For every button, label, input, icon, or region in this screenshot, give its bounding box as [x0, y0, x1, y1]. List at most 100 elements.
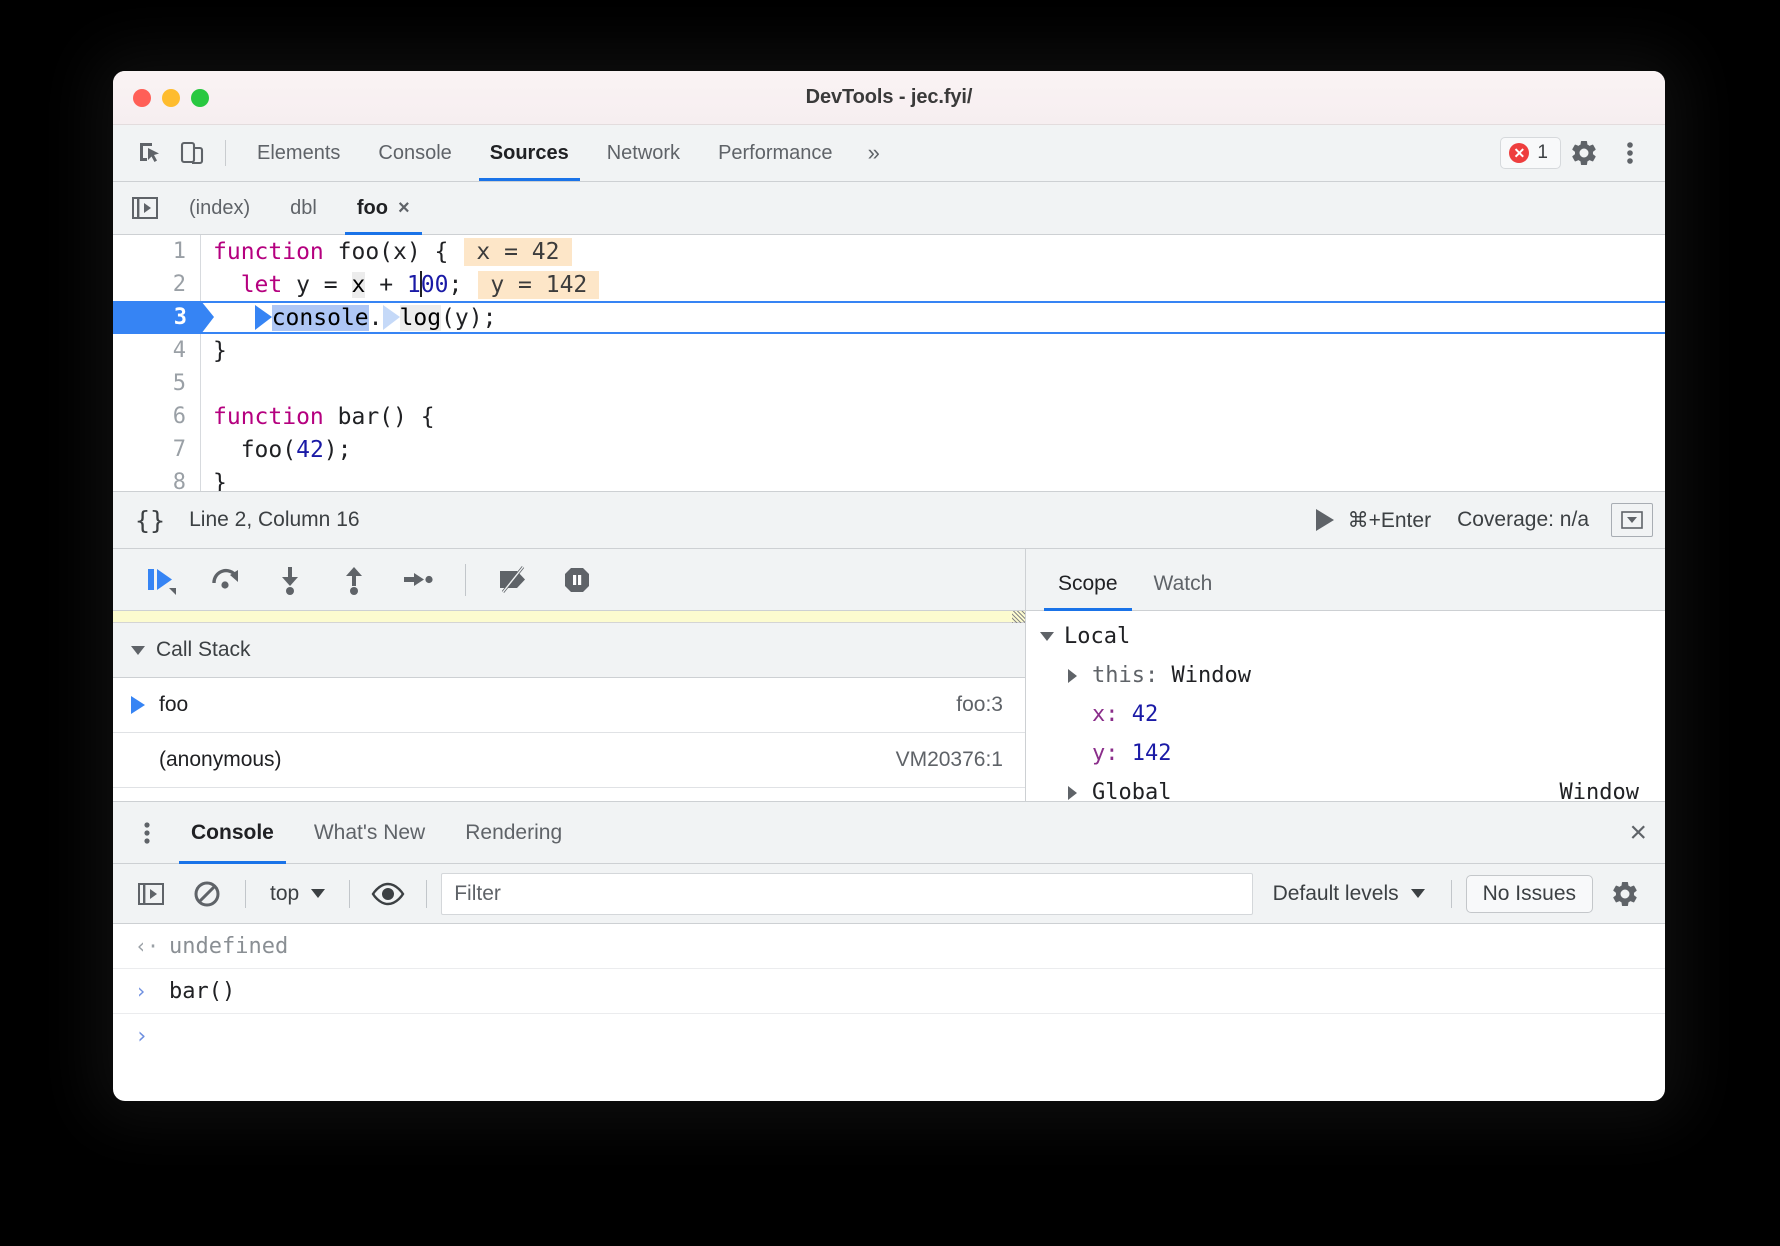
execution-context-selector[interactable]: top [260, 882, 335, 906]
file-tab-foo[interactable]: foo × [337, 182, 430, 234]
code-line-content: function foo(x) { [201, 239, 448, 265]
code-line-6: 6 function bar() { [113, 400, 1665, 433]
tab-scope[interactable]: Scope [1040, 572, 1136, 610]
error-count-badge[interactable]: ✕ 1 [1500, 137, 1561, 169]
scope-entry-x[interactable]: x: 42 [1026, 695, 1665, 734]
console-toolbar: top Filter Default levels [113, 864, 1665, 924]
current-frame-icon [131, 696, 159, 714]
scope-entry-value: Window [1560, 780, 1665, 801]
issues-button[interactable]: No Issues [1466, 875, 1593, 913]
scope-entry-value: Window [1171, 663, 1250, 688]
chevron-right-icon[interactable] [1068, 786, 1092, 800]
tab-network[interactable]: Network [588, 125, 699, 181]
run-snippet-button[interactable]: ⌘+Enter [1316, 508, 1431, 533]
error-circle-icon: ✕ [1509, 143, 1529, 163]
scope-tree: Local this: Window x: 42 [1026, 611, 1665, 801]
step-into-icon[interactable] [263, 556, 317, 604]
device-toggle-icon[interactable] [171, 133, 213, 173]
clear-console-icon[interactable] [183, 872, 231, 916]
code-line-8-partial: 8 } [113, 466, 1665, 491]
code-line-2: 2 let y = x + 100; y = 142 [113, 268, 1665, 301]
tab-performance[interactable]: Performance [699, 125, 852, 181]
list-item[interactable]: › bar() [113, 969, 1665, 1014]
kebab-menu-icon[interactable] [123, 809, 171, 857]
inline-value-y: y = 142 [478, 271, 599, 299]
drawer-tab-console[interactable]: Console [171, 802, 294, 863]
code-line-7: 7 foo(42); [113, 433, 1665, 466]
close-icon[interactable]: × [1629, 818, 1647, 848]
line-number[interactable]: 7 [113, 433, 201, 466]
call-stack-section-header[interactable]: Call Stack [113, 623, 1025, 678]
gear-icon[interactable] [1601, 872, 1649, 916]
filter-placeholder: Filter [454, 882, 501, 906]
console-prompt[interactable]: › [113, 1014, 1665, 1053]
result-marker-icon: ‹· [135, 934, 153, 958]
close-icon[interactable]: × [398, 198, 410, 218]
console-drawer: Console What's New Rendering × [113, 802, 1665, 1053]
scope-entry-y[interactable]: y: 142 [1026, 734, 1665, 773]
pretty-print-icon[interactable]: {} [135, 506, 165, 535]
list-item[interactable]: ‹· undefined [113, 924, 1665, 969]
tab-sources[interactable]: Sources [471, 125, 588, 181]
scope-entry-global[interactable]: Global Window [1026, 773, 1665, 801]
line-number[interactable]: 1 [113, 235, 201, 268]
table-row[interactable]: foo foo:3 [113, 678, 1025, 733]
coverage-label: Coverage: n/a [1457, 508, 1589, 532]
table-row[interactable]: (anonymous) VM20376:1 [113, 733, 1025, 788]
line-number[interactable]: 2 [113, 268, 201, 301]
step-over-icon[interactable] [199, 556, 253, 604]
debugger-region: Call Stack foo foo:3 (anonymous) VM20376… [113, 549, 1665, 802]
execution-context-label: top [270, 882, 299, 906]
code-editor[interactable]: 1 function foo(x) { x = 42 2 let y = x +… [113, 235, 1665, 491]
code-line-4: 4 } [113, 334, 1665, 367]
show-navigator-icon[interactable] [121, 186, 169, 230]
line-number[interactable]: 8 [113, 466, 201, 491]
scope-section-local[interactable]: Local [1026, 617, 1665, 656]
code-line-3: 3 console.log(y); [113, 301, 1665, 334]
chevron-down-icon [1040, 632, 1064, 641]
line-number[interactable]: 6 [113, 400, 201, 433]
show-drawer-icon[interactable] [1611, 503, 1653, 537]
call-stack-title: Call Stack [156, 638, 251, 662]
gear-icon[interactable] [1561, 131, 1607, 175]
chevron-right-icon[interactable] [1068, 669, 1092, 683]
scope-entry-name: x: [1092, 702, 1119, 727]
resume-icon[interactable] [135, 556, 189, 604]
file-tab-label: dbl [290, 197, 317, 220]
line-number-executing[interactable]: 3 [113, 301, 201, 334]
tab-console[interactable]: Console [359, 125, 470, 181]
scope-watch-tab-bar: Scope Watch [1026, 549, 1665, 611]
step-icon[interactable] [391, 556, 445, 604]
deactivate-breakpoints-icon[interactable] [486, 556, 540, 604]
drawer-tab-rendering[interactable]: Rendering [445, 802, 582, 863]
scope-entry-this[interactable]: this: Window [1026, 656, 1665, 695]
chevron-down-icon [311, 889, 325, 898]
console-sidebar-icon[interactable] [127, 872, 175, 916]
pause-on-exceptions-icon[interactable] [550, 556, 604, 604]
drawer-tab-whats-new[interactable]: What's New [294, 802, 445, 863]
screenshot-root: DevTools - jec.fyi/ Elements Console S [0, 0, 1780, 1246]
pane-resize-handle[interactable] [113, 611, 1025, 623]
call-frame-name: foo [159, 693, 956, 717]
file-tab-dbl[interactable]: dbl [270, 182, 337, 234]
filter-input[interactable]: Filter [441, 873, 1252, 915]
file-tab-index[interactable]: (index) [169, 182, 270, 234]
scope-entry-value: 42 [1132, 702, 1159, 727]
kebab-menu-icon[interactable] [1607, 131, 1653, 175]
input-marker-icon: › [135, 979, 153, 1003]
more-panels-chevron-icon[interactable]: » [852, 140, 896, 166]
step-out-icon[interactable] [327, 556, 381, 604]
inspect-cursor-icon[interactable] [129, 133, 171, 173]
tab-watch[interactable]: Watch [1136, 572, 1231, 610]
file-tab-label: (index) [189, 197, 250, 220]
line-number[interactable]: 4 [113, 334, 201, 367]
log-levels-selector[interactable]: Default levels [1261, 882, 1437, 906]
code-line-content: function bar() { [201, 404, 435, 430]
tab-elements[interactable]: Elements [238, 125, 359, 181]
play-icon [1316, 509, 1334, 531]
live-expression-icon[interactable] [364, 872, 412, 916]
console-message-text: undefined [169, 934, 288, 959]
line-number[interactable]: 5 [113, 367, 201, 400]
chevron-down-icon [131, 646, 145, 655]
console-toolbar-divider [426, 880, 427, 908]
